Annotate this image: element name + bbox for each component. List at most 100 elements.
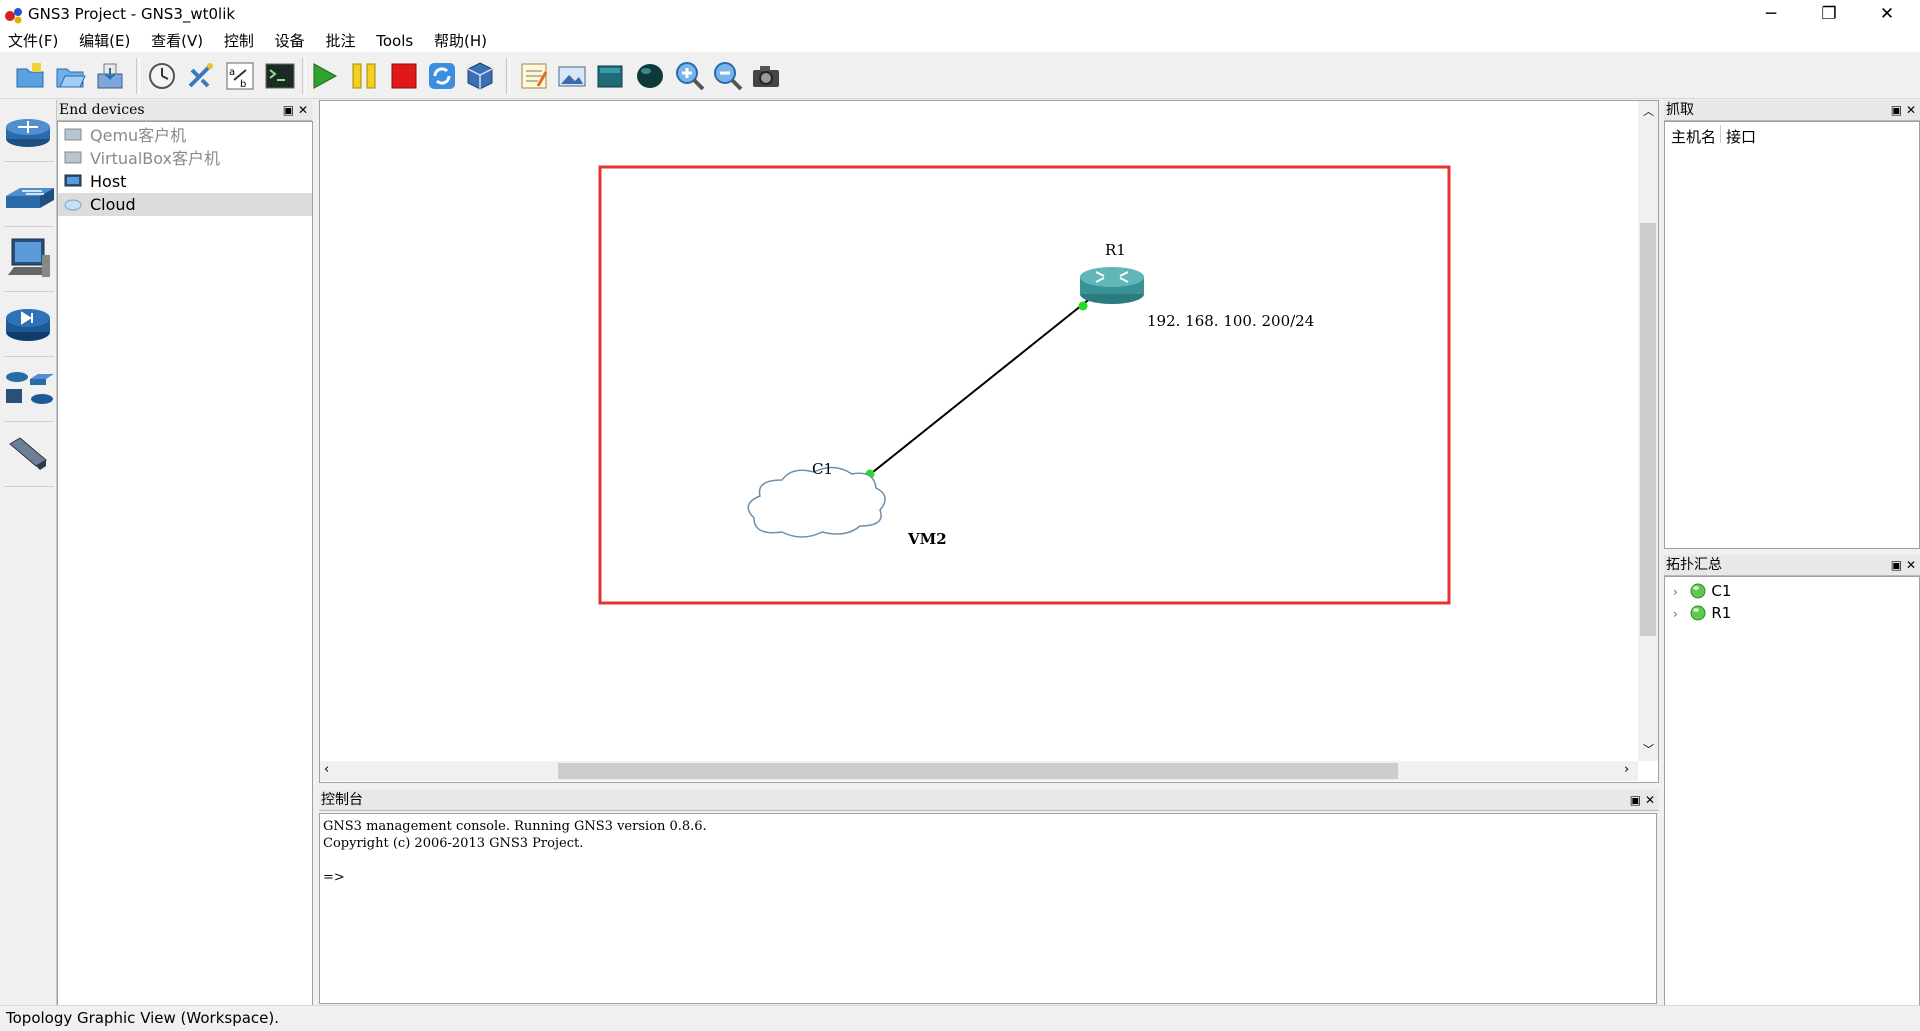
switches-category[interactable] [4, 170, 54, 227]
add-link-category[interactable] [4, 430, 54, 487]
show-interface-labels-icon[interactable]: ab [224, 60, 256, 92]
screenshot-icon[interactable] [750, 60, 782, 92]
routers-icon [6, 119, 50, 147]
status-green-icon [1690, 583, 1706, 599]
zoom-in-icon[interactable] [674, 60, 706, 92]
console-panel-title: 控制台 ▣ ✕ [319, 790, 1659, 811]
topology-workspace[interactable]: R1 192. 168. 100. 200/24 C1 VM2 ︿ ﹀ ‹ › [319, 100, 1659, 783]
auto-layout-icon[interactable] [184, 60, 216, 92]
menu-view[interactable]: 查看(V) [143, 30, 211, 52]
start-all-icon[interactable] [308, 60, 340, 92]
scroll-left-icon[interactable]: ‹ [324, 762, 329, 777]
panel-close-icon[interactable]: ✕ [1645, 793, 1655, 807]
minimize-button[interactable]: ─ [1742, 0, 1800, 30]
router-r1[interactable] [1080, 267, 1144, 304]
port-status-r1 [1078, 301, 1088, 311]
panel-close-icon[interactable]: ✕ [298, 103, 308, 117]
panel-close-icon[interactable]: ✕ [1906, 103, 1916, 117]
end-devices-title-text: End devices [59, 102, 145, 118]
list-item-qemu[interactable]: Qemu客户机 [58, 124, 312, 147]
cloud-icon [64, 199, 82, 211]
scroll-right-icon[interactable]: › [1624, 762, 1629, 777]
summary-item-r1[interactable]: › R1 [1673, 602, 1731, 624]
capture-col-hostname[interactable]: 主机名 [1671, 126, 1716, 147]
suspend-all-icon[interactable] [348, 60, 380, 92]
summary-item-c1[interactable]: › C1 [1673, 580, 1731, 602]
save-project-icon[interactable] [94, 60, 126, 92]
undock-icon[interactable]: ▣ [1630, 793, 1641, 807]
capture-title-text: 抓取 [1666, 102, 1694, 118]
menu-bar: 文件(F) 编辑(E) 查看(V) 控制 设备 批注 Tools 帮助(H) [0, 30, 1920, 52]
list-item-host[interactable]: Host [58, 170, 312, 193]
menu-help[interactable]: 帮助(H) [426, 30, 495, 52]
reload-all-icon[interactable] [426, 60, 458, 92]
status-text: Topology Graphic View (Workspace). [6, 1009, 280, 1027]
menu-control[interactable]: 控制 [216, 30, 262, 52]
panel-close-icon[interactable]: ✕ [1906, 558, 1916, 572]
capture-col-interface[interactable]: 接口 [1726, 126, 1756, 147]
topology-canvas [598, 165, 1451, 605]
scroll-down-icon[interactable]: ﹀ [1643, 741, 1654, 757]
routers-category[interactable] [4, 105, 54, 162]
stop-all-icon[interactable] [388, 60, 420, 92]
cloud-note-label[interactable]: VM2 [908, 530, 947, 548]
link-c1-r1[interactable] [867, 296, 1093, 477]
end-devices-panel-title: End devices ▣ ✕ [57, 100, 312, 121]
router-name-label[interactable]: R1 [1105, 241, 1126, 259]
security-devices-icon [6, 309, 50, 341]
add-link-icon [9, 437, 47, 470]
end-devices-icon [8, 238, 50, 277]
summary-panel-title: 拓扑汇总 ▣ ✕ [1664, 555, 1920, 576]
undock-icon[interactable]: ▣ [1891, 558, 1902, 572]
end-devices-category[interactable] [4, 235, 54, 292]
expand-chevron-icon[interactable]: › [1673, 607, 1678, 621]
cloud-name-label[interactable]: C1 [812, 460, 833, 478]
close-button[interactable]: ✕ [1858, 0, 1916, 30]
window-title: GNS3 Project - GNS3_wt0lik [28, 5, 236, 23]
menu-file[interactable]: 文件(F) [0, 30, 66, 52]
all-devices-icon [6, 372, 54, 404]
capture-list[interactable]: 主机名 接口 [1664, 121, 1920, 549]
console-all-icon[interactable] [264, 60, 296, 92]
undock-icon[interactable]: ▣ [1891, 103, 1902, 117]
virtualbox-icon[interactable] [464, 60, 496, 92]
menu-device[interactable]: 设备 [267, 30, 313, 52]
summary-title-text: 拓扑汇总 [1666, 557, 1722, 573]
draw-rectangle-icon[interactable] [594, 60, 626, 92]
menu-annotate[interactable]: 批注 [317, 30, 363, 52]
host-icon [64, 174, 82, 187]
insert-picture-icon[interactable] [556, 60, 588, 92]
open-project-icon[interactable] [54, 60, 86, 92]
capture-panel-title: 抓取 ▣ ✕ [1664, 100, 1920, 121]
undock-icon[interactable]: ▣ [283, 103, 294, 117]
all-devices-category[interactable] [4, 365, 54, 422]
draw-ellipse-icon[interactable] [634, 60, 666, 92]
console-title-text: 控制台 [321, 792, 363, 808]
device-category-strip [0, 100, 57, 1005]
console-output[interactable]: GNS3 management console. Running GNS3 ve… [319, 813, 1657, 1004]
switches-icon [6, 188, 54, 208]
toolbar-separator [136, 58, 140, 94]
zoom-out-icon[interactable] [712, 60, 744, 92]
virtualbox-guest-icon [64, 151, 82, 164]
expand-chevron-icon[interactable]: › [1673, 585, 1678, 599]
qemu-icon [64, 128, 82, 141]
horizontal-scrollbar[interactable]: ‹ › [320, 761, 1638, 781]
menu-edit[interactable]: 编辑(E) [71, 30, 138, 52]
restore-button[interactable]: ❐ [1800, 0, 1858, 30]
snapshot-icon[interactable] [146, 60, 178, 92]
scroll-up-icon[interactable]: ︿ [1643, 103, 1654, 119]
list-item-cloud[interactable]: Cloud [58, 193, 312, 216]
new-project-icon[interactable] [14, 60, 46, 92]
router-ip-label[interactable]: 192. 168. 100. 200/24 [1147, 312, 1314, 330]
vertical-scrollbar[interactable]: ︿ ﹀ [1638, 101, 1658, 761]
add-note-icon[interactable] [518, 60, 550, 92]
security-devices-category[interactable] [4, 300, 54, 357]
toolbar-separator [506, 58, 510, 94]
vertical-scroll-thumb[interactable] [1640, 223, 1656, 636]
annotation-rectangle[interactable] [598, 165, 1451, 605]
horizontal-scroll-thumb[interactable] [558, 763, 1398, 779]
list-item-virtualbox[interactable]: VirtualBox客户机 [58, 147, 312, 170]
status-bar: Topology Graphic View (Workspace). [0, 1005, 1920, 1031]
menu-tools[interactable]: Tools [368, 30, 421, 52]
